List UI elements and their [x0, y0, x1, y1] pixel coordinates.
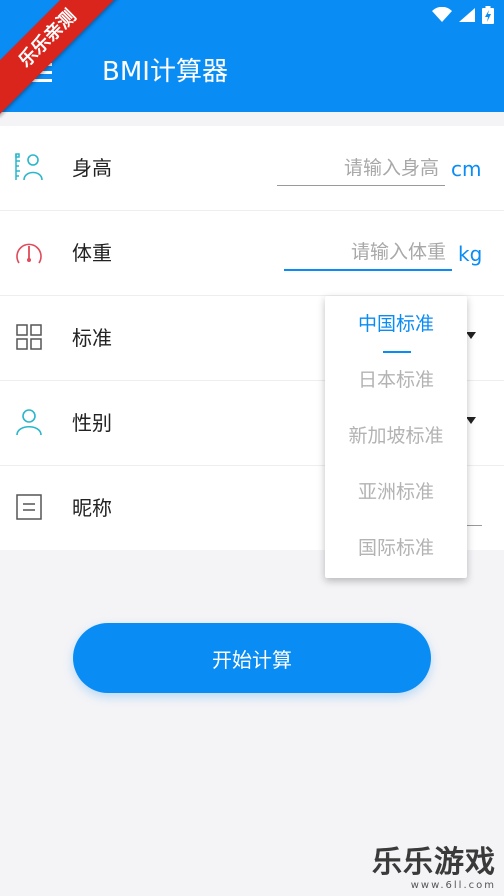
weight-label: 体重 [72, 241, 112, 265]
standard-dropdown-arrow-icon[interactable] [466, 332, 476, 339]
selected-option-underline [383, 351, 411, 353]
weight-unit: kg [458, 242, 483, 266]
dropdown-option-international[interactable]: 国际标准 [325, 520, 467, 576]
note-icon [16, 494, 42, 520]
height-row: 身高 cm [0, 126, 504, 211]
watermark-url: www.6ll.com [410, 880, 496, 891]
gender-label: 性别 [72, 411, 112, 435]
wifi-icon [432, 7, 452, 22]
weight-row: 体重 kg [0, 211, 504, 296]
app-title: BMI计算器 [102, 57, 228, 87]
grid-icon [16, 324, 42, 350]
dropdown-option-singapore[interactable]: 新加坡标准 [325, 408, 467, 464]
gender-dropdown-arrow-icon[interactable] [466, 417, 476, 424]
person-icon [16, 409, 42, 436]
height-unit: cm [451, 157, 482, 181]
watermark-text: 乐乐游戏 [372, 845, 496, 880]
weight-input[interactable] [284, 235, 452, 271]
signal-icon [459, 8, 475, 22]
gauge-icon [16, 243, 42, 264]
standard-dropdown-menu: 中国标准 日本标准 新加坡标准 亚洲标准 国际标准 [325, 296, 467, 578]
app-bar: BMI计算器 [0, 32, 504, 112]
person-height-icon [15, 153, 43, 181]
start-calculate-button[interactable]: 开始计算 [73, 623, 431, 693]
height-input[interactable] [277, 150, 445, 186]
dropdown-option-china[interactable]: 中国标准 [325, 296, 467, 352]
standard-label: 标准 [72, 326, 112, 350]
height-label: 身高 [72, 156, 112, 180]
dropdown-option-japan[interactable]: 日本标准 [325, 352, 467, 408]
battery-charging-icon [482, 6, 494, 24]
nickname-label: 昵称 [72, 496, 112, 520]
dropdown-option-asia[interactable]: 亚洲标准 [325, 464, 467, 520]
watermark: 乐乐游戏 www.6ll.com [372, 846, 496, 892]
